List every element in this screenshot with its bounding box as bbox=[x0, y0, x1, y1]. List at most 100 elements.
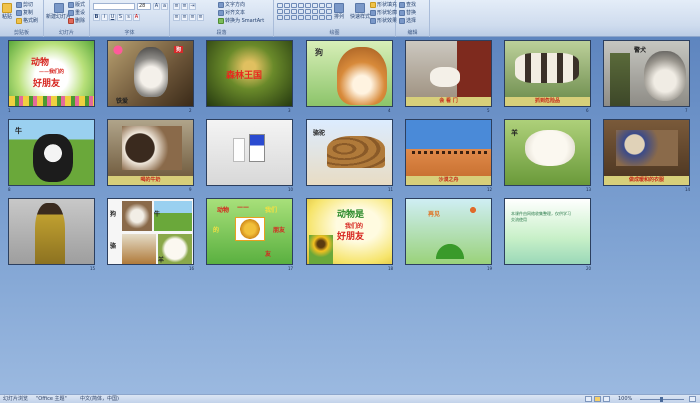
select-button[interactable]: 选择 bbox=[399, 18, 416, 24]
paragraph-group: ≡ ≡ ⇥ ≡ ≡ ≡ ≡ 文字方向 对齐文本 转换为 SmartArt 段落 bbox=[170, 0, 274, 37]
slide-thumbnail[interactable]: 羊 bbox=[504, 119, 591, 186]
slide-thumbnail[interactable]: 狗 bbox=[306, 40, 393, 107]
layout-button[interactable]: 版式 bbox=[68, 2, 85, 8]
text-direction-icon bbox=[218, 2, 224, 8]
milk-carton-image bbox=[249, 134, 265, 162]
find-button[interactable]: 查找 bbox=[399, 2, 416, 8]
shadow-button[interactable]: s bbox=[125, 14, 132, 21]
bullets-button[interactable]: ≡ bbox=[173, 3, 180, 10]
flower-image bbox=[9, 96, 94, 106]
zoom-level[interactable]: 100% bbox=[618, 396, 632, 403]
sheep-image bbox=[525, 130, 575, 166]
zoom-slider-thumb[interactable] bbox=[660, 397, 663, 402]
slide-thumbnail[interactable]: 骆驼 bbox=[306, 119, 393, 186]
bold-button[interactable]: B bbox=[93, 14, 100, 21]
font-group-label: 字体 bbox=[124, 30, 135, 36]
dog-image bbox=[134, 47, 168, 97]
smartart-button[interactable]: 转换为 SmartArt bbox=[218, 18, 264, 24]
quick-styles-button[interactable]: 快速样式 bbox=[350, 3, 370, 20]
cut-button[interactable]: 剪切 bbox=[16, 2, 33, 8]
slide-thumbnail[interactable]: 动物是 我们的 好朋友 bbox=[306, 198, 393, 265]
reset-button[interactable]: 重设 bbox=[68, 10, 85, 16]
effects-icon bbox=[370, 18, 376, 24]
grow-font-button[interactable]: A bbox=[153, 3, 160, 10]
replace-button[interactable]: 替换 bbox=[399, 10, 416, 16]
shape-fill-button[interactable]: 形状填充 bbox=[370, 2, 397, 8]
numbering-button[interactable]: ≡ bbox=[181, 3, 188, 10]
font-name-dropdown[interactable] bbox=[93, 3, 135, 10]
slide-thumbnail[interactable]: 喝的牛奶 bbox=[107, 119, 194, 186]
align-left-button[interactable]: ≡ bbox=[173, 14, 180, 21]
slide-thumbnail[interactable]: 会 看 门 bbox=[405, 40, 492, 107]
lion-image bbox=[235, 217, 265, 241]
format-painter-button[interactable]: 格式刷 bbox=[16, 18, 38, 24]
paste-icon bbox=[2, 3, 12, 13]
hearts-image bbox=[110, 43, 126, 57]
paragraph-group-label: 段落 bbox=[216, 30, 227, 36]
slide-thumbnail[interactable]: 森林王国 bbox=[206, 40, 293, 107]
door-image bbox=[457, 41, 491, 97]
slide-sorter-view-button[interactable] bbox=[594, 396, 601, 402]
smartart-icon bbox=[218, 18, 224, 24]
slide-thumbnail[interactable] bbox=[206, 119, 293, 186]
slide-thumbnail[interactable]: 沙漠之舟 bbox=[405, 119, 492, 186]
slide-thumbnail[interactable]: 动物 —— 我们 的 朋友 友 bbox=[206, 198, 293, 265]
slide-thumbnail[interactable]: 抓到危险品 bbox=[504, 40, 591, 107]
editing-group: 查找 替换 选择 编辑 bbox=[396, 0, 430, 37]
shape-effects-button[interactable]: 形状效果 bbox=[370, 18, 397, 24]
slide-thumbnail[interactable]: 动物 ——我们的 好朋友 bbox=[8, 40, 95, 107]
align-text-button[interactable]: 对齐文本 bbox=[218, 10, 245, 16]
soldier-image bbox=[610, 53, 630, 106]
slide-thumbnail[interactable]: 狗 铁爱 bbox=[107, 40, 194, 107]
arrange-button[interactable]: 排列 bbox=[334, 3, 344, 20]
align-center-button[interactable]: ≡ bbox=[181, 14, 188, 21]
status-bar: 幻灯片浏览 "Office 主题" 中文(简体，中国) 100% bbox=[0, 394, 700, 403]
text-direction-button[interactable]: 文字方向 bbox=[218, 2, 245, 8]
shrink-font-button[interactable]: a bbox=[161, 3, 168, 10]
shape-outline-button[interactable]: 形状轮廓 bbox=[370, 10, 397, 16]
paste-button[interactable]: 粘贴 bbox=[2, 3, 12, 20]
shapes-gallery[interactable] bbox=[277, 3, 332, 20]
replace-icon bbox=[399, 10, 405, 16]
normal-view-button[interactable] bbox=[585, 396, 592, 402]
slide-thumbnail[interactable]: 再见 bbox=[405, 198, 492, 265]
editing-group-label: 编辑 bbox=[407, 30, 418, 36]
fit-window-button[interactable] bbox=[689, 396, 696, 402]
strike-button[interactable]: S bbox=[117, 14, 124, 21]
delete-icon bbox=[68, 18, 74, 24]
reset-icon bbox=[68, 10, 74, 16]
justify-button[interactable]: ≡ bbox=[197, 14, 204, 21]
language-indicator[interactable]: 中文(简体，中国) bbox=[80, 396, 119, 403]
quick-styles-icon bbox=[355, 3, 365, 13]
ribbon: 粘贴 剪切 复制 格式刷 剪贴板 新建幻灯片 版式 重设 删除 幻灯片 28 B… bbox=[0, 0, 700, 37]
copy-button[interactable]: 复制 bbox=[16, 10, 33, 16]
delete-button[interactable]: 删除 bbox=[68, 18, 85, 24]
slide-thumbnail[interactable]: 牛 bbox=[8, 119, 95, 186]
slide-thumbnail[interactable]: 狗 牛 骆 羊 bbox=[107, 198, 194, 265]
outline-icon bbox=[370, 10, 376, 16]
find-icon bbox=[399, 2, 405, 8]
layout-icon bbox=[68, 2, 74, 8]
slideshow-view-button[interactable] bbox=[603, 396, 610, 402]
indent-button[interactable]: ⇥ bbox=[189, 3, 196, 10]
slides-group-label: 幻灯片 bbox=[58, 30, 74, 36]
clipboard-group: 粘贴 剪切 复制 格式刷 剪贴板 bbox=[0, 0, 44, 37]
underline-button[interactable]: U bbox=[109, 14, 116, 21]
view-label: 幻灯片浏览 bbox=[3, 396, 29, 402]
slide-thumbnail[interactable] bbox=[8, 198, 95, 265]
camel-photo bbox=[122, 234, 156, 264]
italic-button[interactable]: I bbox=[101, 14, 108, 21]
align-right-button[interactable]: ≡ bbox=[189, 14, 196, 21]
copy-icon bbox=[16, 10, 22, 16]
slide-thumbnail[interactable]: 本课件由网络收集整理，仅供学习交流使用 bbox=[504, 198, 591, 265]
slide-thumbnail[interactable]: 警犬 bbox=[603, 40, 690, 107]
font-color-button[interactable]: A bbox=[133, 14, 140, 21]
caravan-image bbox=[412, 151, 488, 154]
select-icon bbox=[399, 18, 405, 24]
slide-thumbnail[interactable]: 做成暖和的衣服 bbox=[603, 119, 690, 186]
brush-icon bbox=[16, 18, 22, 24]
clipboard-group-label: 剪贴板 bbox=[13, 30, 29, 36]
milking-image bbox=[122, 126, 182, 170]
font-size-dropdown[interactable]: 28 bbox=[137, 3, 151, 10]
dogs-image bbox=[515, 53, 579, 83]
